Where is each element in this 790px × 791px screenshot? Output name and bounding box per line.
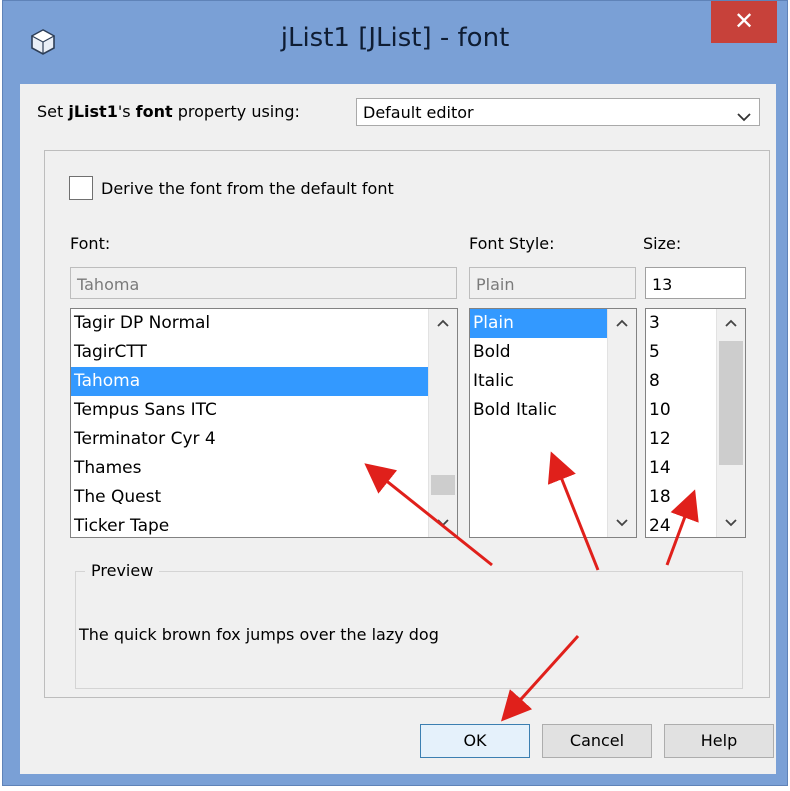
arrow-to-font-list	[364, 463, 493, 567]
arrow-to-size-list	[665, 489, 699, 566]
arrow-to-style-list	[547, 451, 600, 571]
arrow-to-ok-button	[500, 634, 580, 722]
annotation-arrows	[364, 451, 699, 722]
